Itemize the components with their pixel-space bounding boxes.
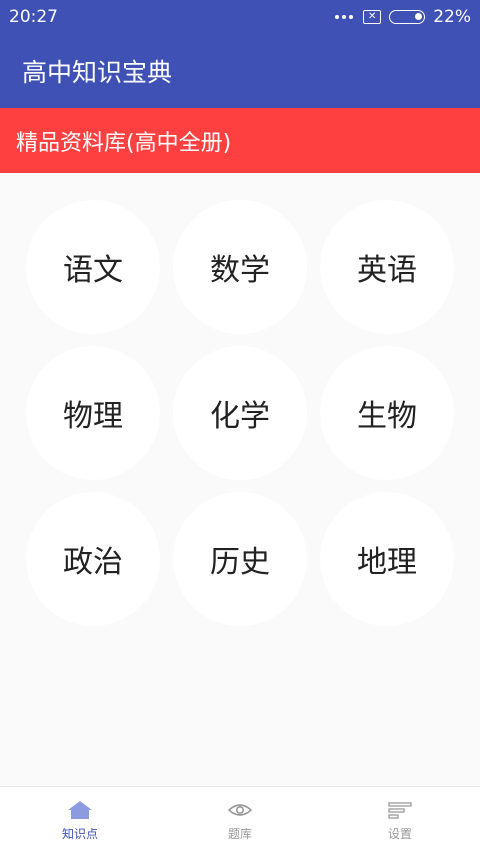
eye-icon <box>226 799 254 821</box>
bottom-navigation: 知识点 题库 设置 <box>0 786 480 853</box>
subject-chemistry-button[interactable]: 化学 <box>173 346 307 480</box>
sim-card-icon: ✕ <box>363 10 382 24</box>
library-banner[interactable]: 精品资料库(高中全册) <box>0 108 480 173</box>
battery-icon <box>389 10 426 24</box>
more-dots-icon <box>335 15 354 19</box>
status-bar: 20:27 ✕ 22% <box>0 0 480 34</box>
status-icons: ✕ 22% <box>335 7 471 27</box>
subject-label: 地理 <box>357 545 417 580</box>
nav-question-bank[interactable]: 题库 <box>160 787 320 853</box>
settings-lines-icon <box>386 799 414 821</box>
battery-level: 22% <box>433 7 471 27</box>
subject-label: 政治 <box>63 545 123 580</box>
subject-label: 历史 <box>210 545 270 580</box>
nav-label: 知识点 <box>61 826 98 841</box>
subject-label: 数学 <box>210 253 270 288</box>
home-icon <box>66 799 94 821</box>
subject-label: 化学 <box>210 399 270 434</box>
nav-label: 题库 <box>227 826 252 841</box>
nav-knowledge-points[interactable]: 知识点 <box>0 787 160 853</box>
app-toolbar: 高中知识宝典 <box>0 34 480 108</box>
subject-history-button[interactable]: 历史 <box>173 492 307 626</box>
subject-label: 物理 <box>63 399 123 434</box>
status-time: 20:27 <box>9 7 58 27</box>
app-title: 高中知识宝典 <box>22 58 173 87</box>
subject-label: 英语 <box>357 253 417 288</box>
subject-label: 语文 <box>63 253 123 288</box>
subject-chinese-button[interactable]: 语文 <box>26 200 160 334</box>
subject-physics-button[interactable]: 物理 <box>26 346 160 480</box>
banner-text: 精品资料库(高中全册) <box>16 130 232 156</box>
subject-biology-button[interactable]: 生物 <box>320 346 454 480</box>
subject-english-button[interactable]: 英语 <box>320 200 454 334</box>
subject-math-button[interactable]: 数学 <box>173 200 307 334</box>
nav-settings[interactable]: 设置 <box>320 787 480 853</box>
nav-label: 设置 <box>387 826 412 841</box>
subject-label: 生物 <box>357 399 417 434</box>
subject-politics-button[interactable]: 政治 <box>26 492 160 626</box>
subject-geography-button[interactable]: 地理 <box>320 492 454 626</box>
